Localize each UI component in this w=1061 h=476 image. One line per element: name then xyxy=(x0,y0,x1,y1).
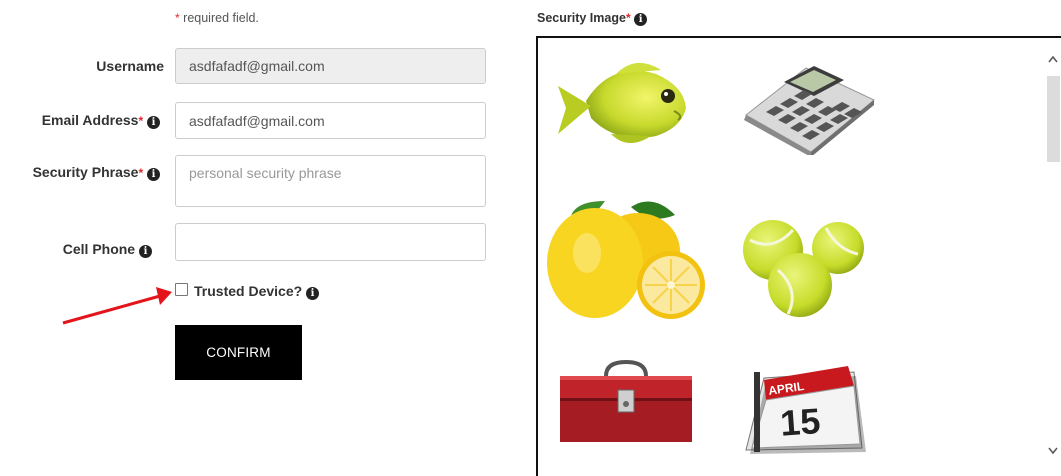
security-image-title: Security Image* i xyxy=(537,11,648,26)
email-field[interactable]: asdfafadf@gmail.com xyxy=(175,102,486,139)
trusted-device-label-text: Trusted Device? xyxy=(194,283,303,299)
scroll-up-icon[interactable] xyxy=(1046,54,1060,64)
required-field-note: * required field. xyxy=(175,11,259,25)
email-value: asdfafadf@gmail.com xyxy=(189,112,325,129)
security-phrase-label-text: Security Phrase xyxy=(32,164,139,180)
scroll-down-icon[interactable] xyxy=(1046,446,1060,456)
cell-phone-label: Cell Phone i xyxy=(20,241,152,258)
calculator-image[interactable] xyxy=(736,60,881,155)
scrollbar-thumb[interactable] xyxy=(1047,76,1060,162)
trusted-device-label[interactable]: Trusted Device? i xyxy=(194,283,320,300)
required-field-text: required field. xyxy=(183,11,259,25)
info-icon[interactable]: i xyxy=(306,287,320,300)
annotation-arrow-icon xyxy=(62,287,172,325)
security-phrase-field[interactable]: personal security phrase xyxy=(175,155,486,207)
red-toolbox-image[interactable] xyxy=(556,356,696,446)
cell-phone-label-text: Cell Phone xyxy=(62,241,136,257)
email-label-text: Email Address xyxy=(41,112,139,128)
info-icon[interactable]: i xyxy=(147,168,160,181)
required-star: * xyxy=(138,166,144,180)
username-label-text: Username xyxy=(96,58,164,74)
required-star: * xyxy=(138,114,144,128)
lemons-image[interactable] xyxy=(543,193,708,325)
required-star: * xyxy=(175,11,180,25)
arrow-head xyxy=(156,287,172,305)
calendar-image[interactable]: APRIL 15 xyxy=(736,358,871,458)
info-icon[interactable]: i xyxy=(147,116,160,129)
info-icon[interactable]: i xyxy=(139,245,152,258)
security-image-title-text: Security Image xyxy=(537,11,626,25)
security-phrase-placeholder: personal security phrase xyxy=(189,165,342,181)
info-icon[interactable]: i xyxy=(634,13,648,26)
confirm-button[interactable]: CONFIRM xyxy=(175,325,302,380)
email-label: Email Address* i xyxy=(0,112,160,129)
username-value: asdfafadf@gmail.com xyxy=(189,58,325,74)
security-phrase-label: Security Phrase* i xyxy=(0,164,160,181)
tennis-balls-image[interactable] xyxy=(738,210,868,325)
yellow-fish-image[interactable] xyxy=(556,56,696,151)
username-field[interactable]: asdfafadf@gmail.com xyxy=(175,48,486,84)
cell-phone-field[interactable] xyxy=(175,223,486,261)
username-label: Username xyxy=(60,58,164,74)
required-star: * xyxy=(625,11,631,25)
arrow-shaft xyxy=(62,294,161,325)
calendar-day-text: 15 xyxy=(779,400,822,444)
